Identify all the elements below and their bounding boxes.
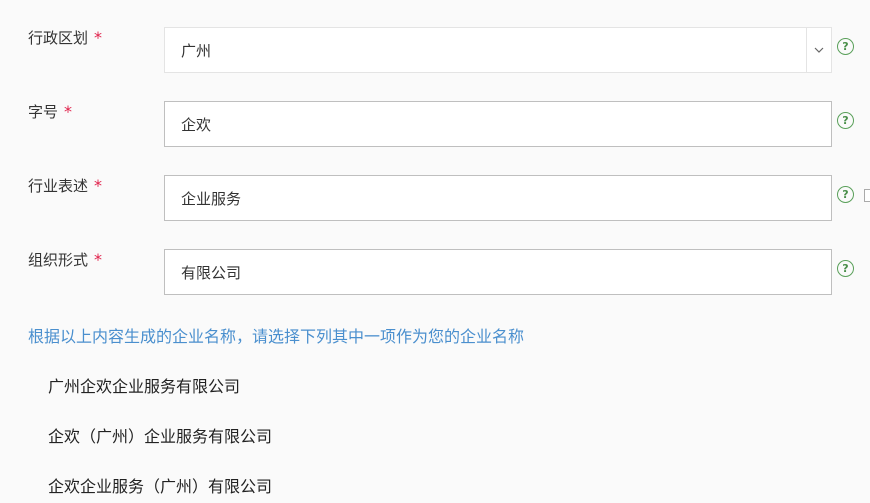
trade-name-input[interactable] <box>165 102 831 146</box>
region-select[interactable]: 广州 <box>164 27 832 73</box>
help-icon[interactable]: ? <box>837 260 854 277</box>
required-mark: * <box>64 102 73 121</box>
trade-name-field[interactable] <box>164 101 832 147</box>
help-icon[interactable]: ? <box>837 38 854 55</box>
help-icon[interactable]: ? <box>837 112 854 129</box>
suggestion-hint: 根据以上内容生成的企业名称，请选择下列其中一项作为您的企业名称 <box>28 327 525 346</box>
industry-field[interactable] <box>164 175 832 221</box>
required-mark: * <box>94 28 103 47</box>
org-form-input[interactable] <box>165 250 831 294</box>
name-option[interactable]: 广州企欢企业服务有限公司 <box>48 373 240 397</box>
region-label: 行政区划 * <box>28 28 103 47</box>
required-mark: * <box>94 176 103 195</box>
chevron-down-icon[interactable] <box>806 28 831 72</box>
org-form-field[interactable] <box>164 249 832 295</box>
name-option[interactable]: 企欢（广州）企业服务有限公司 <box>48 423 272 447</box>
industry-label: 行业表述 * <box>28 176 103 195</box>
required-mark: * <box>94 250 103 269</box>
trade-name-label: 字号 * <box>28 102 73 121</box>
name-option[interactable]: 企欢企业服务（广州）有限公司 <box>48 473 272 497</box>
region-select-value: 广州 <box>181 41 212 60</box>
org-form-label: 组织形式 * <box>28 250 103 269</box>
industry-input[interactable] <box>165 176 831 220</box>
help-icon[interactable]: ? <box>837 186 854 203</box>
industry-extra-button[interactable] <box>864 189 870 202</box>
